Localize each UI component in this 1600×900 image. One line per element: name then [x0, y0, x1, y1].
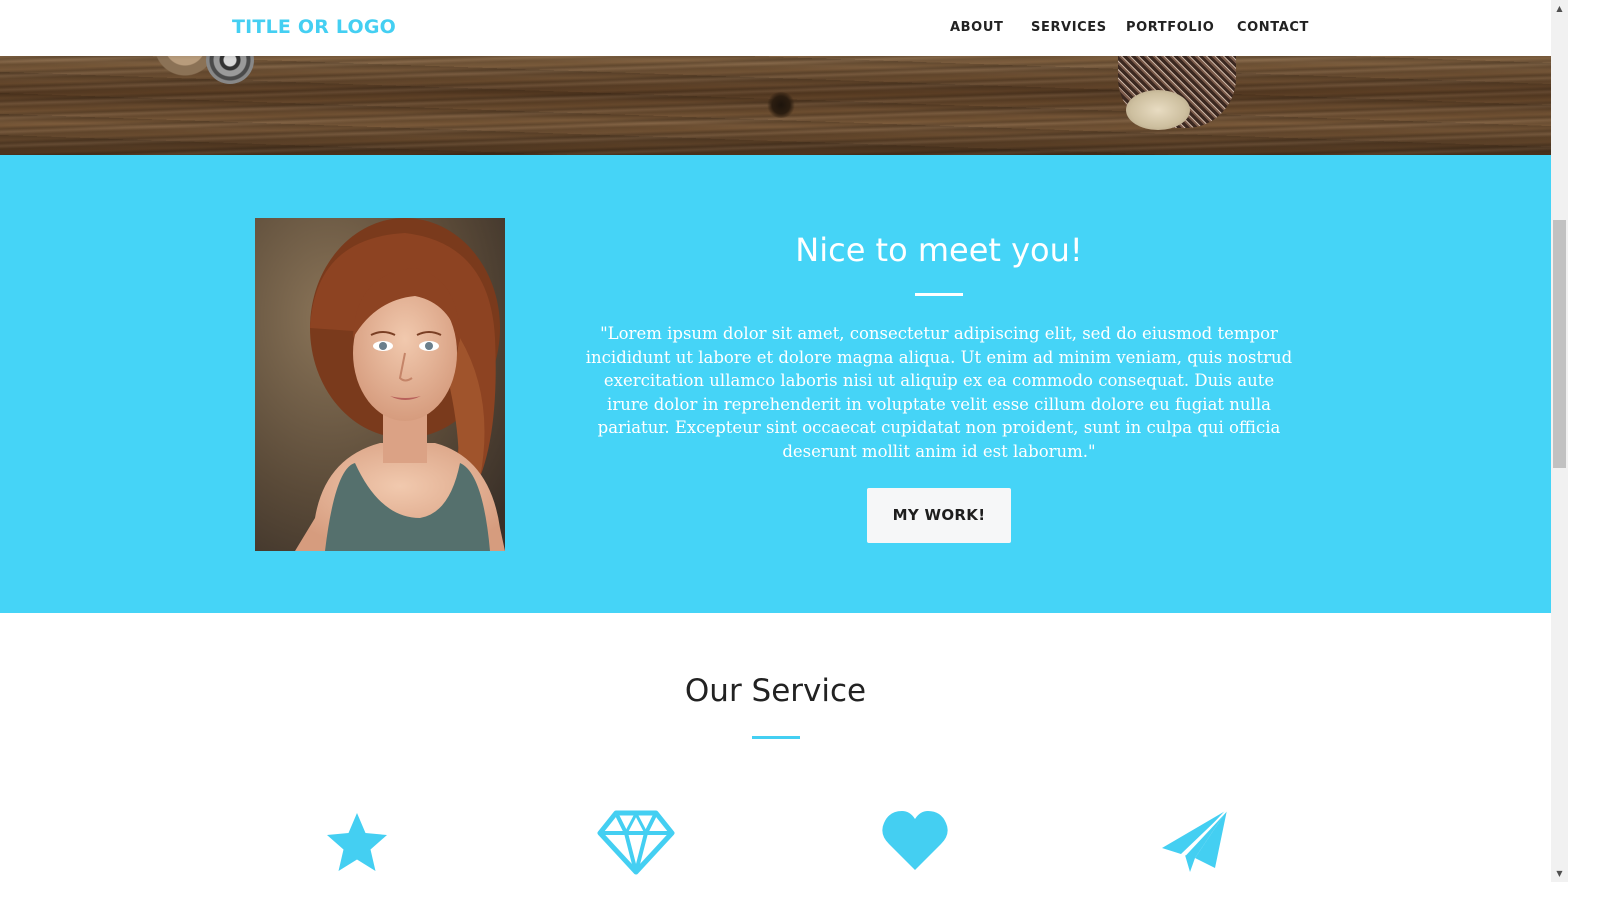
nav-contact[interactable]: CONTACT	[1237, 20, 1309, 35]
heart-icon	[875, 808, 955, 878]
about-quote: "Lorem ipsum dolor sit amet, consectetur…	[585, 324, 1293, 461]
yarn-ball-image	[1126, 90, 1190, 130]
about-section: Nice to meet you! "Lorem ipsum dolor sit…	[0, 155, 1551, 613]
diamond-icon	[596, 808, 676, 878]
paper-plane-icon	[1155, 808, 1235, 878]
page: TITLE OR LOGO ABOUT SERVICES PORTFOLIO C…	[0, 0, 1551, 900]
scroll-down-arrow-icon[interactable]: ▼	[1551, 865, 1568, 882]
star-icon	[317, 808, 397, 878]
portrait-photo	[255, 218, 505, 551]
services-title: Our Service	[684, 673, 867, 709]
services-divider	[752, 736, 800, 739]
portrait-illustration	[255, 218, 505, 551]
scroll-up-arrow-icon[interactable]: ▲	[1551, 0, 1568, 17]
services-section: Our Service	[0, 613, 1551, 900]
vertical-scrollbar[interactable]: ▲ ▼	[1551, 0, 1568, 882]
nav-about[interactable]: ABOUT	[950, 20, 1003, 35]
about-heading: Nice to meet you!	[795, 231, 1083, 269]
scrollbar-thumb[interactable]	[1553, 220, 1566, 468]
window-bottom-margin	[0, 882, 1568, 900]
nav-portfolio[interactable]: PORTFOLIO	[1126, 20, 1214, 35]
top-navbar: TITLE OR LOGO ABOUT SERVICES PORTFOLIO C…	[0, 0, 1551, 56]
about-divider	[915, 293, 963, 296]
nav-services[interactable]: SERVICES	[1031, 20, 1107, 35]
about-text-block: Nice to meet you! "Lorem ipsum dolor sit…	[578, 225, 1300, 543]
window-right-margin	[1568, 0, 1600, 900]
my-work-button[interactable]: MY WORK!	[867, 487, 1011, 543]
nav-menu: ABOUT SERVICES PORTFOLIO CONTACT	[0, 20, 1308, 40]
wood-knot	[766, 92, 796, 118]
